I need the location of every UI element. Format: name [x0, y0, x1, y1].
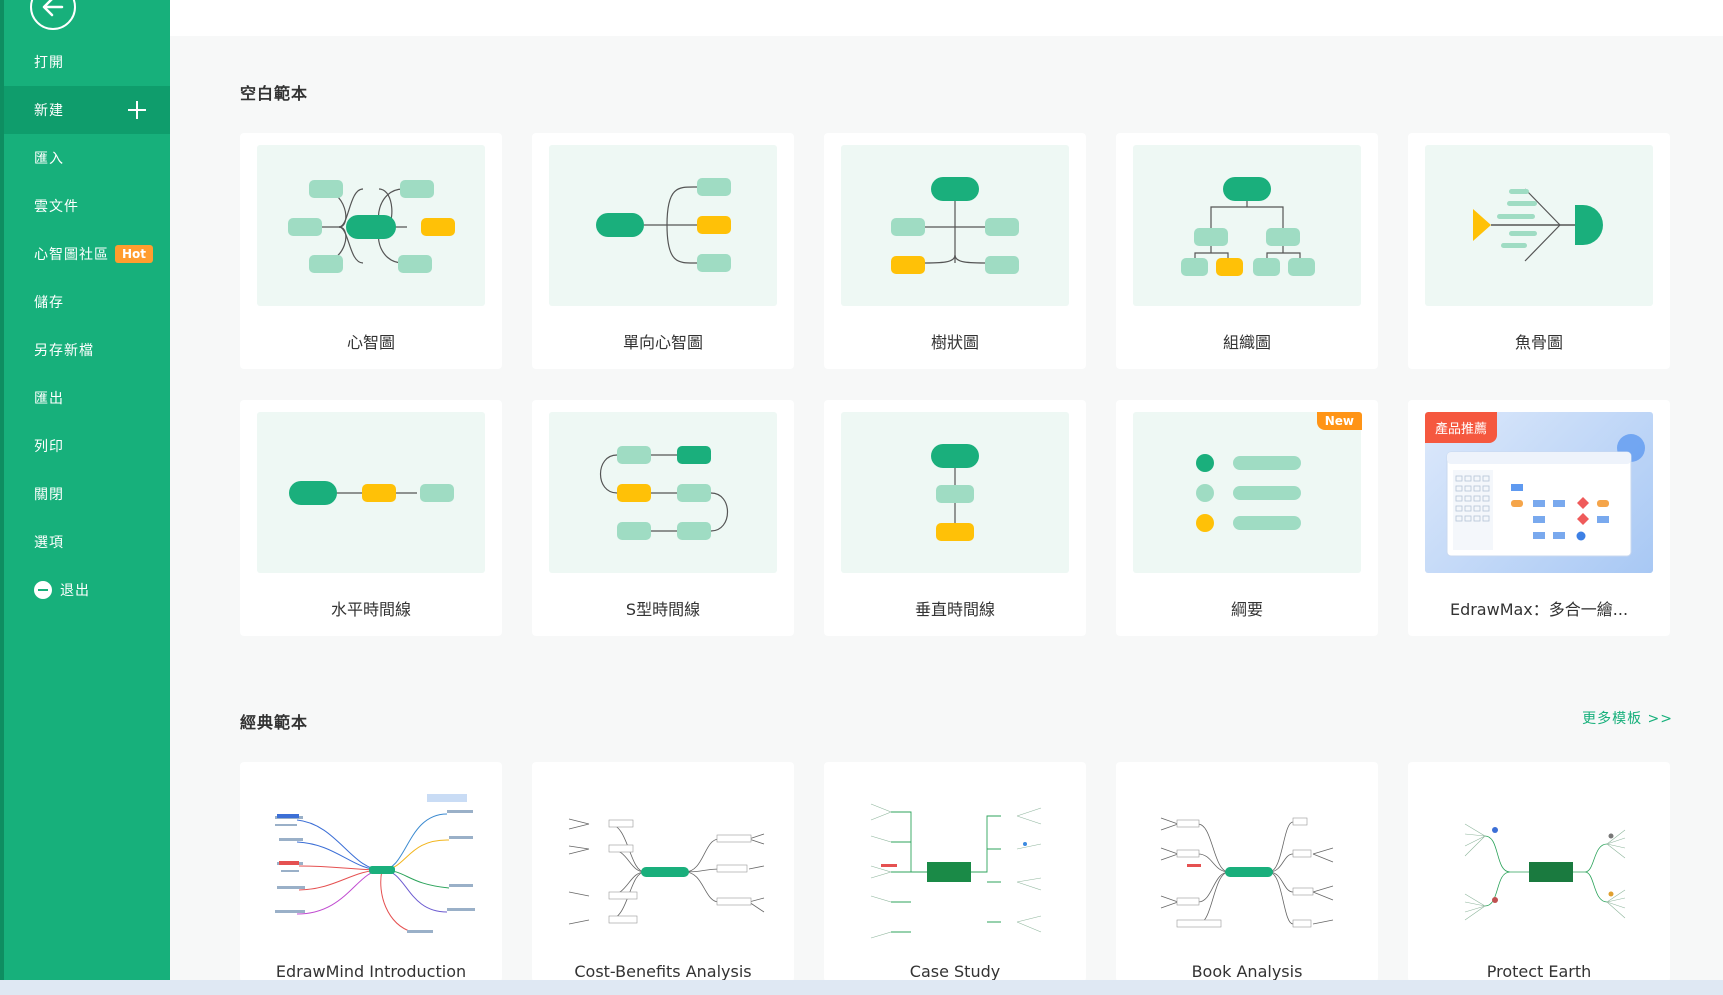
- new-badge: New: [1316, 412, 1362, 430]
- template-card-right-map[interactable]: 單向心智圖: [532, 133, 794, 369]
- template-card-mindmap[interactable]: 心智圖: [240, 133, 502, 369]
- template-card-org-chart[interactable]: 組織圖: [1116, 133, 1378, 369]
- classic-card-protect-earth[interactable]: Protect Earth: [1408, 762, 1670, 982]
- hot-badge: Hot: [115, 245, 154, 263]
- sidebar-item-open[interactable]: 打開: [4, 38, 170, 86]
- sidebar-item-import[interactable]: 匯入: [4, 134, 170, 182]
- horizontal-timeline-thumbnail: [257, 412, 485, 573]
- s-timeline-thumbnail: [549, 412, 777, 573]
- template-label: EdrawMax：多合一繪...: [1449, 600, 1629, 619]
- outline-thumbnail: [1133, 412, 1361, 573]
- template-card-edrawmax-promo[interactable]: 產品推薦 EdrawMax：多合一繪...: [1408, 400, 1670, 636]
- product-recommend-badge: 產品推薦: [1425, 412, 1498, 443]
- cost-benefits-analysis-thumbnail: [549, 774, 777, 954]
- template-label: EdrawMind Introduction: [275, 962, 467, 981]
- template-label: Cost-Benefits Analysis: [574, 962, 752, 981]
- template-card-vertical-timeline[interactable]: 垂直時間線: [824, 400, 1086, 636]
- template-label: Case Study: [909, 962, 1001, 981]
- template-label: Book Analysis: [1191, 962, 1303, 981]
- sidebar-item-exit[interactable]: 退出: [4, 566, 170, 614]
- edrawmind-introduction-thumbnail: [257, 774, 485, 954]
- classic-card-book-analysis[interactable]: Book Analysis: [1116, 762, 1378, 982]
- template-label: S型時間線: [625, 600, 701, 619]
- protect-earth-thumbnail: [1425, 774, 1653, 954]
- org-chart-thumbnail: [1133, 145, 1361, 306]
- classic-card-cost-benefits-analysis[interactable]: Cost-Benefits Analysis: [532, 762, 794, 982]
- plus-icon: [128, 101, 146, 119]
- template-label: Protect Earth: [1486, 962, 1592, 981]
- sidebar-item-cloud-files[interactable]: 雲文件: [4, 182, 170, 230]
- template-card-tree[interactable]: 樹狀圖: [824, 133, 1086, 369]
- template-label: 水平時間線: [330, 600, 411, 619]
- sidebar-item-export[interactable]: 匯出: [4, 374, 170, 422]
- template-label: 組織圖: [1222, 333, 1271, 352]
- template-label: 心智圖: [346, 333, 395, 352]
- blank-templates-title: 空白範本: [240, 84, 309, 103]
- template-card-s-timeline[interactable]: S型時間線: [532, 400, 794, 636]
- sidebar-item-print[interactable]: 列印: [4, 422, 170, 470]
- sidebar-item-close[interactable]: 關閉: [4, 470, 170, 518]
- arrow-left-icon: [42, 0, 64, 17]
- back-button[interactable]: [30, 0, 76, 30]
- classic-templates-title: 經典範本: [240, 713, 309, 732]
- tree-thumbnail: [841, 145, 1069, 306]
- template-card-fishbone[interactable]: 魚骨圖: [1408, 133, 1670, 369]
- top-bar: [170, 0, 1723, 36]
- case-study-thumbnail: [841, 774, 1069, 954]
- template-label: 魚骨圖: [1514, 333, 1563, 352]
- template-label: 樹狀圖: [930, 333, 979, 352]
- classic-card-edrawmind-introduction[interactable]: EdrawMind Introduction: [240, 762, 502, 982]
- template-label: 單向心智圖: [622, 333, 703, 352]
- more-templates-link[interactable]: 更多模板 >>: [1582, 708, 1673, 728]
- template-label: 垂直時間線: [914, 600, 995, 619]
- vertical-timeline-thumbnail: [841, 412, 1069, 573]
- sidebar-item-options[interactable]: 選項: [4, 518, 170, 566]
- sidebar-item-community[interactable]: 心智圖社區 Hot: [4, 230, 170, 278]
- sidebar-item-new[interactable]: 新建: [4, 86, 170, 134]
- template-label: 綱要: [1230, 600, 1263, 619]
- mindmap-thumbnail: [257, 145, 485, 306]
- right-map-thumbnail: [549, 145, 777, 306]
- template-card-outline[interactable]: New 綱要: [1116, 400, 1378, 636]
- fishbone-thumbnail: [1425, 145, 1653, 306]
- template-card-horizontal-timeline[interactable]: 水平時間線: [240, 400, 502, 636]
- taskbar-strip: [0, 980, 1723, 995]
- sidebar: 打開 新建 匯入 雲文件 心智圖社區 Hot 儲存 另存新檔 匯出 列印 關閉 …: [0, 0, 170, 980]
- minus-circle-icon: [34, 581, 52, 599]
- edrawmax-screenshot-image: 產品推薦: [1425, 412, 1653, 573]
- book-analysis-thumbnail: [1133, 774, 1361, 954]
- sidebar-item-save-as[interactable]: 另存新檔: [4, 326, 170, 374]
- sidebar-item-save[interactable]: 儲存: [4, 278, 170, 326]
- classic-card-case-study[interactable]: Case Study: [824, 762, 1086, 982]
